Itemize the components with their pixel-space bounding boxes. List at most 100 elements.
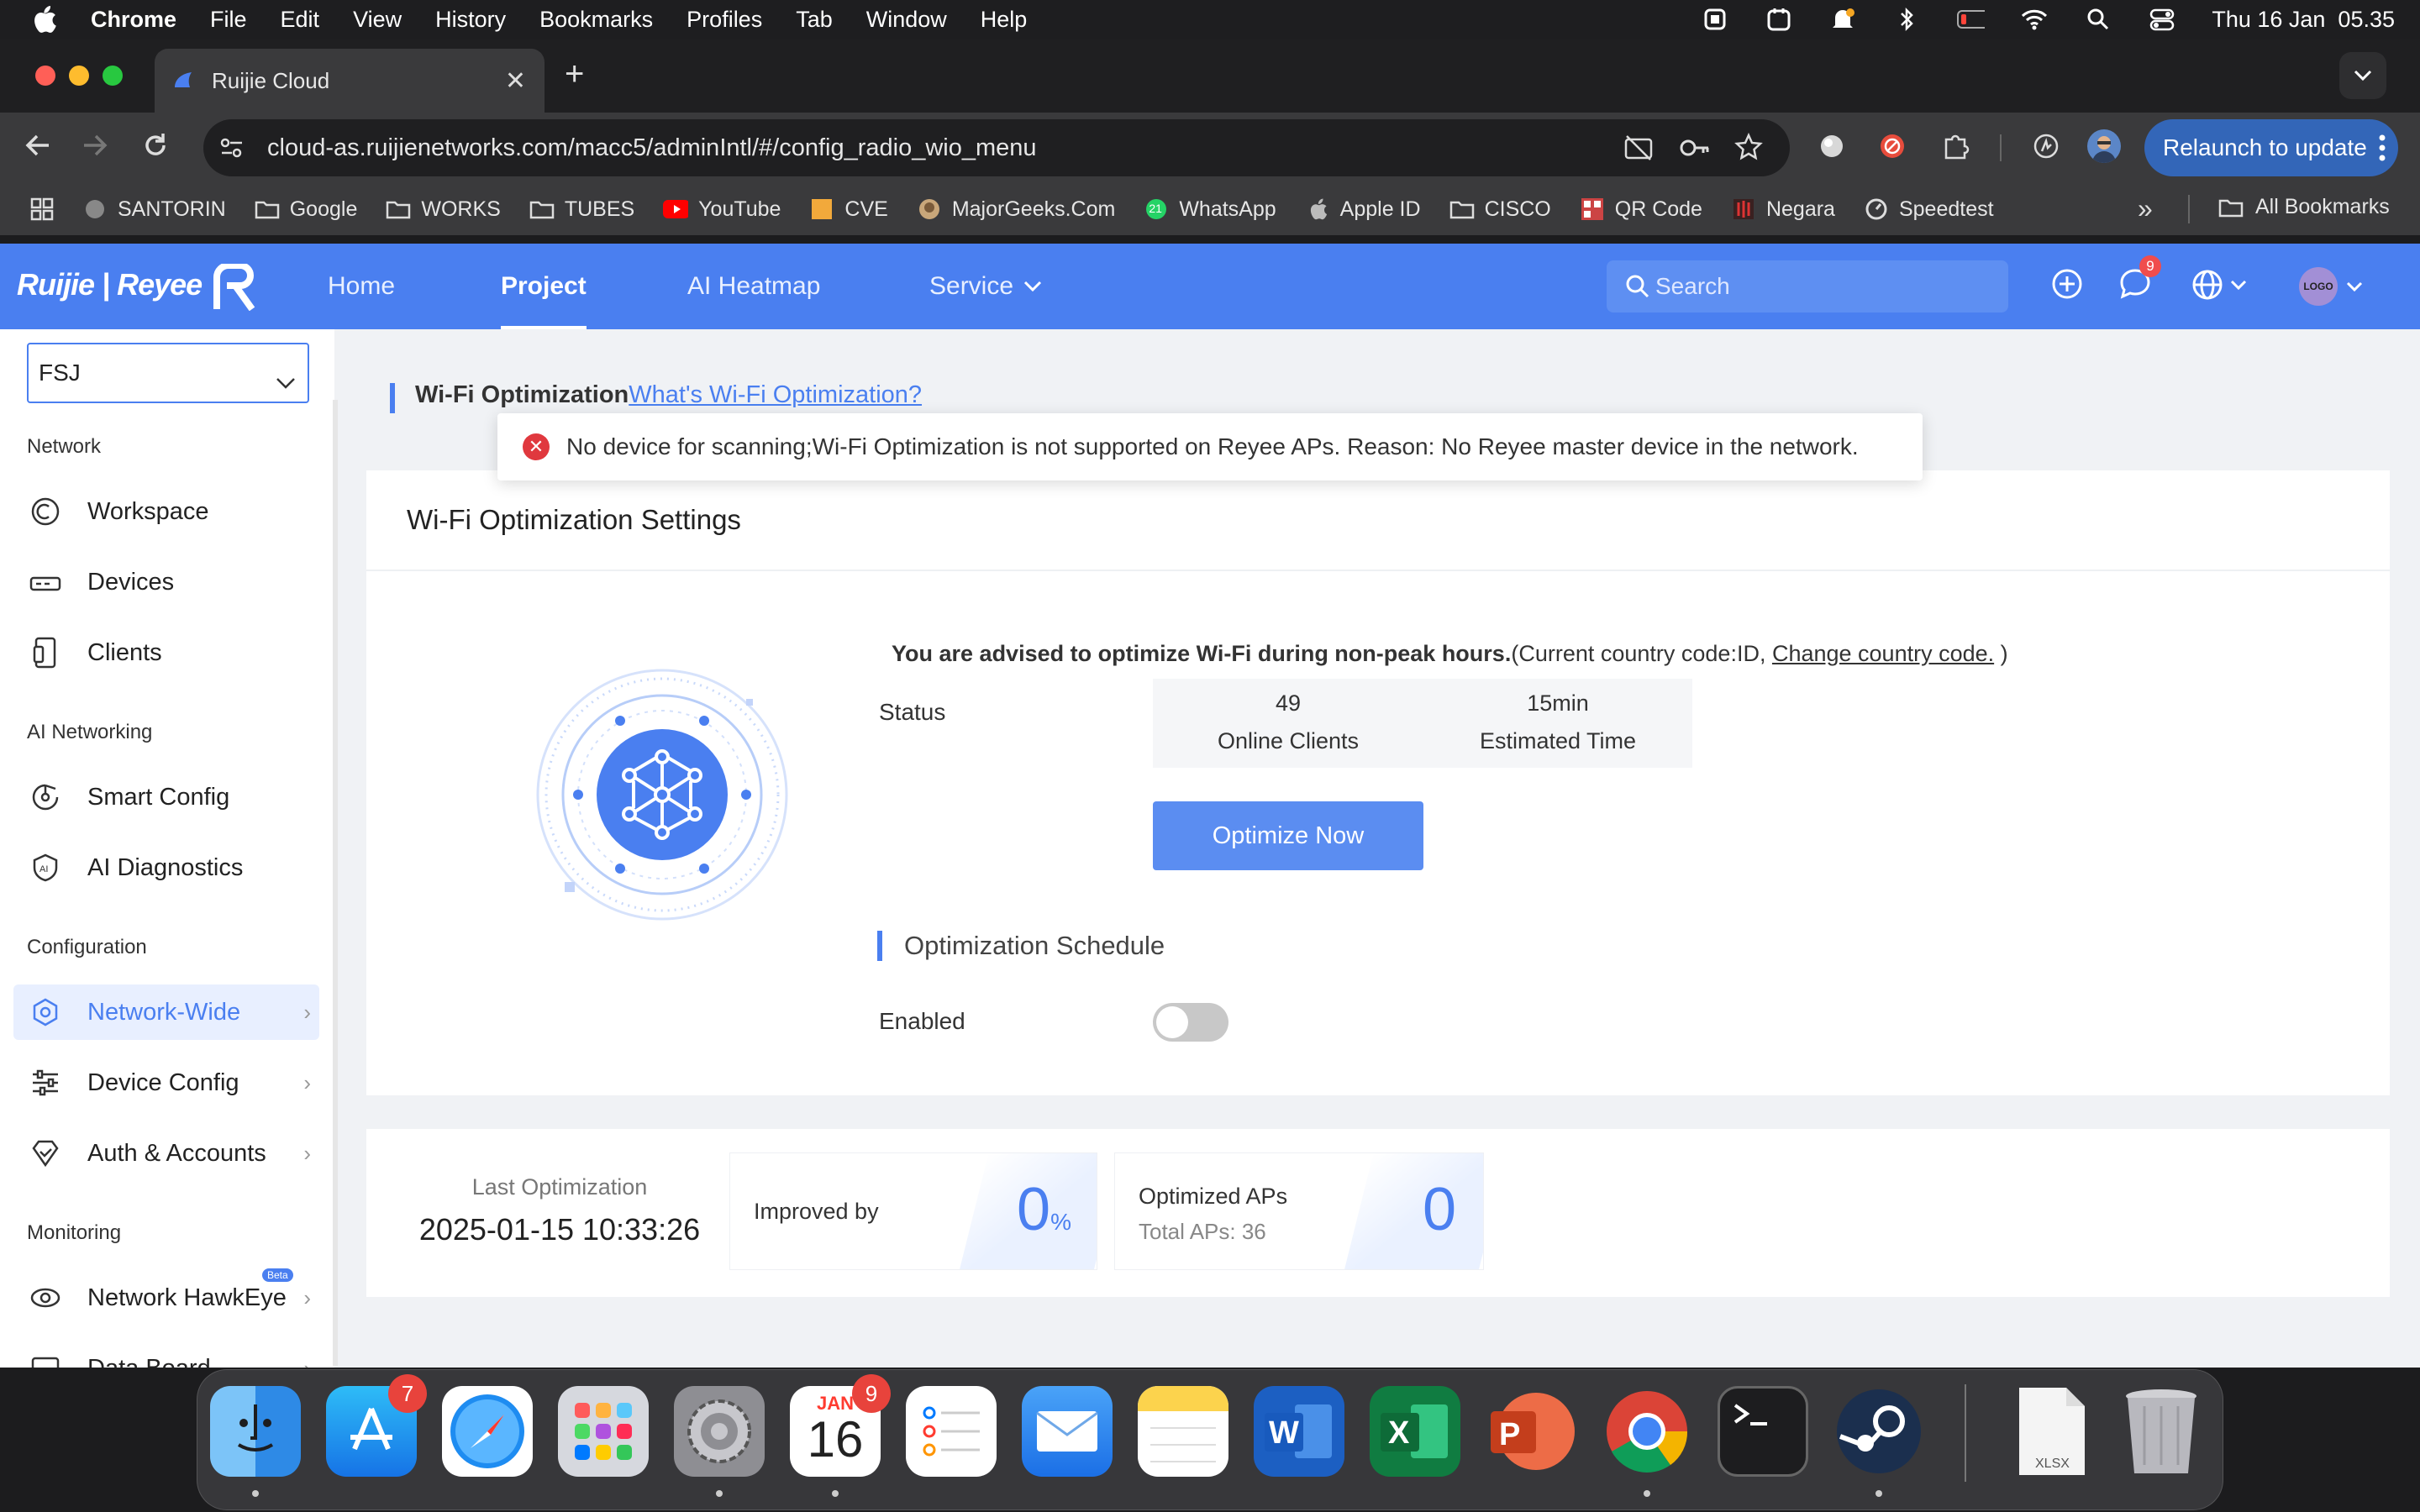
window-minimize-button[interactable]: [69, 66, 89, 86]
messages-icon[interactable]: 9: [2118, 255, 2161, 305]
menu-app-name[interactable]: Chrome: [91, 7, 176, 33]
spotlight-search-icon[interactable]: [2084, 7, 2112, 32]
extensions-puzzle-icon[interactable]: [1941, 133, 1970, 164]
ruijie-reyee-logo[interactable]: Ruijie | Reyee: [17, 262, 255, 312]
menubar-clock[interactable]: Thu 16 Jan 05.35: [2212, 7, 2395, 33]
menu-edit[interactable]: Edit: [281, 7, 320, 33]
dock-launchpad[interactable]: [558, 1386, 649, 1477]
sidebar-scrollbar[interactable]: [333, 400, 338, 1366]
tab-close-icon[interactable]: ✕: [505, 66, 526, 96]
sidebar-item-data-board[interactable]: Data Board ›: [13, 1341, 319, 1368]
sidebar-item-workspace[interactable]: Workspace: [13, 484, 319, 539]
bluetooth-icon[interactable]: [1892, 7, 1921, 32]
vpn-icon[interactable]: [1701, 7, 1729, 32]
browser-tab-active[interactable]: Ruijie Cloud ✕: [155, 49, 544, 113]
no-camera-icon[interactable]: [1623, 134, 1654, 168]
optimize-now-button[interactable]: Optimize Now: [1153, 801, 1423, 870]
dock-xlsx-file[interactable]: XLSX: [2007, 1386, 2097, 1477]
whats-wifi-optimization-link[interactable]: What's Wi-Fi Optimization?: [629, 381, 922, 409]
menu-view[interactable]: View: [353, 7, 402, 33]
sidebar-item-clients[interactable]: Clients: [13, 625, 319, 680]
performance-icon[interactable]: [2032, 133, 2060, 164]
dock-word[interactable]: W: [1254, 1386, 1344, 1477]
menu-tab[interactable]: Tab: [796, 7, 833, 33]
nav-service[interactable]: Service: [929, 244, 1042, 329]
dock-terminal[interactable]: [1718, 1386, 1808, 1477]
window-zoom-button[interactable]: [103, 66, 123, 86]
calendar-widget-icon[interactable]: [1765, 7, 1793, 32]
more-bookmarks-chevron-icon[interactable]: »: [2138, 193, 2153, 224]
bookmark-majorgeeks[interactable]: MajorGeeks.Com: [917, 197, 1115, 222]
menu-bookmarks[interactable]: Bookmarks: [539, 7, 653, 33]
window-close-button[interactable]: [35, 66, 55, 86]
language-globe-icon[interactable]: [2191, 269, 2247, 301]
forward-arrow-icon[interactable]: [81, 131, 109, 164]
dock-calendar[interactable]: JAN 16 9: [790, 1374, 891, 1477]
back-arrow-icon[interactable]: [24, 131, 52, 164]
dock-chrome[interactable]: [1602, 1386, 1692, 1477]
address-bar[interactable]: cloud-as.ruijienetworks.com/macc5/adminI…: [203, 119, 1790, 176]
new-tab-button[interactable]: +: [565, 55, 584, 93]
dock-steam[interactable]: [1833, 1386, 1924, 1477]
nav-home[interactable]: Home: [328, 244, 395, 329]
profile-avatar[interactable]: [2087, 129, 2121, 163]
bookmark-apple-id[interactable]: Apple ID: [1305, 197, 1421, 222]
sidebar-item-network-wide[interactable]: Network-Wide ›: [13, 984, 319, 1040]
menu-help[interactable]: Help: [981, 7, 1028, 33]
reload-icon[interactable]: [141, 131, 170, 164]
bookmark-tubes[interactable]: TUBES: [529, 197, 634, 222]
user-avatar[interactable]: LOGO: [2299, 267, 2363, 306]
sidebar-item-device-config[interactable]: Device Config ›: [13, 1055, 319, 1110]
bookmark-cisco[interactable]: CISCO: [1449, 197, 1551, 222]
apple-icon[interactable]: [32, 5, 57, 34]
notification-bell-icon[interactable]: [1828, 7, 1857, 32]
schedule-enabled-toggle[interactable]: [1153, 1003, 1228, 1042]
sidebar-item-devices[interactable]: Devices: [13, 554, 319, 610]
project-select[interactable]: FSJ: [27, 343, 309, 403]
bookmark-qr-code[interactable]: QR Code: [1580, 197, 1702, 222]
dock-system-settings[interactable]: [674, 1386, 765, 1477]
dock-trash[interactable]: [2116, 1386, 2207, 1477]
header-search-input[interactable]: Search: [1607, 260, 2008, 312]
bookmark-youtube[interactable]: YouTube: [663, 197, 781, 222]
bookmark-google[interactable]: Google: [255, 197, 357, 222]
dock-reminders[interactable]: [906, 1386, 997, 1477]
battery-icon[interactable]: [1956, 7, 1986, 32]
bookmark-cve[interactable]: CVE: [809, 197, 888, 222]
bookmark-speedtest[interactable]: Speedtest: [1864, 197, 1994, 222]
extension-block-icon[interactable]: [1879, 133, 1906, 164]
menu-file[interactable]: File: [210, 7, 247, 33]
sidebar-item-smart-config[interactable]: Smart Config: [13, 769, 319, 825]
dock-safari[interactable]: [442, 1386, 533, 1477]
dock-finder[interactable]: [210, 1386, 301, 1477]
all-bookmarks-button[interactable]: All Bookmarks: [2218, 195, 2390, 219]
menu-history[interactable]: History: [435, 7, 506, 33]
wifi-icon[interactable]: [2020, 7, 2049, 32]
menu-profiles[interactable]: Profiles: [687, 7, 762, 33]
dock-app-store[interactable]: 7: [326, 1374, 427, 1477]
dock-excel[interactable]: X: [1370, 1386, 1460, 1477]
sidebar-item-auth-accounts[interactable]: Auth & Accounts ›: [13, 1126, 319, 1181]
password-key-icon[interactable]: [1679, 134, 1711, 168]
kebab-menu-icon[interactable]: [2378, 133, 2386, 169]
dock-powerpoint[interactable]: P: [1486, 1386, 1576, 1477]
bookmark-works[interactable]: WORKS: [386, 197, 501, 222]
menu-window[interactable]: Window: [866, 7, 947, 33]
apps-grid-icon[interactable]: [30, 197, 54, 221]
control-center-icon[interactable]: [2148, 7, 2176, 32]
bookmark-negara[interactable]: Negara: [1731, 197, 1835, 222]
nav-project[interactable]: Project: [501, 244, 587, 329]
tab-search-button[interactable]: [2339, 52, 2386, 99]
nav-ai-heatmap[interactable]: AI Heatmap: [687, 244, 820, 329]
site-settings-icon[interactable]: [218, 135, 245, 160]
url-text[interactable]: cloud-as.ruijienetworks.com/macc5/adminI…: [267, 134, 1037, 162]
bookmark-santorin[interactable]: SANTORIN: [82, 197, 226, 222]
change-country-code-link[interactable]: Change country code.: [1772, 641, 1994, 666]
dock-mail[interactable]: [1022, 1386, 1113, 1477]
extension-circle-icon[interactable]: [1818, 133, 1845, 164]
bookmark-whatsapp[interactable]: 21 WhatsApp: [1144, 197, 1276, 222]
sidebar-item-ai-diagnostics[interactable]: AI AI Diagnostics: [13, 840, 319, 895]
dock-notes[interactable]: [1138, 1386, 1228, 1477]
bookmark-star-icon[interactable]: [1734, 132, 1763, 168]
add-circle-icon[interactable]: [2050, 267, 2084, 305]
